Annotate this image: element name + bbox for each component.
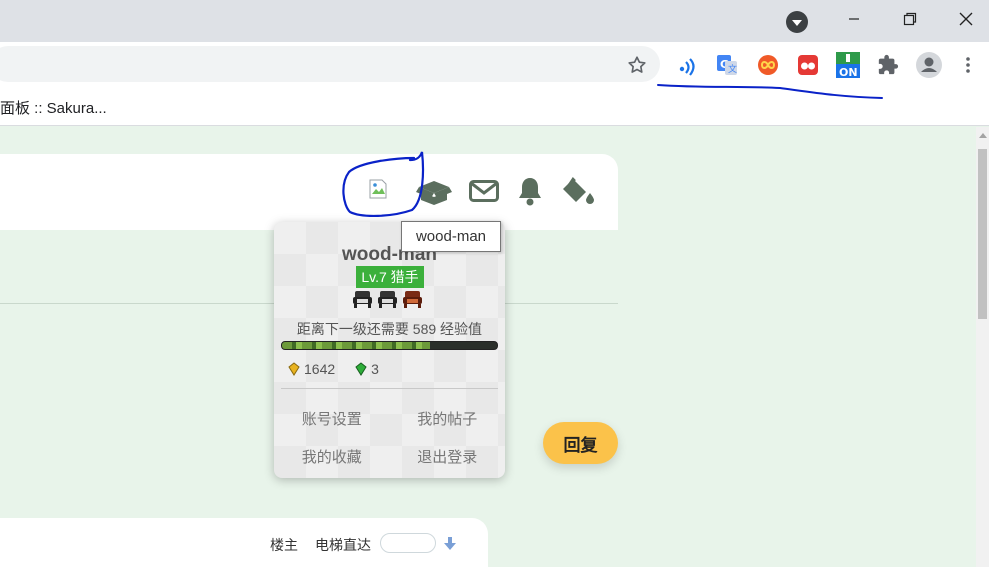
- logout-link[interactable]: 退出登录: [390, 446, 506, 467]
- infinity-extension-icon[interactable]: [756, 53, 780, 77]
- exp-progress-bar: [281, 341, 498, 350]
- bookmark-item[interactable]: 面板 :: Sakura...: [0, 97, 107, 118]
- medal-list: [352, 290, 423, 309]
- my-favorites-link[interactable]: 我的收藏: [274, 446, 390, 467]
- floor-jump-input[interactable]: [380, 533, 436, 553]
- bookmark-star-icon[interactable]: [626, 54, 648, 76]
- gem-icon: [355, 362, 367, 376]
- armchair-medal-icon: [377, 290, 398, 309]
- reply-button[interactable]: 回复: [543, 422, 618, 464]
- address-bar[interactable]: [0, 46, 660, 82]
- svg-text:ON: ON: [839, 66, 858, 79]
- browser-menu-icon[interactable]: [956, 53, 980, 77]
- red-extension-icon[interactable]: [796, 53, 820, 77]
- username-tooltip: wood-man: [401, 221, 501, 252]
- paint-bucket-icon[interactable]: [561, 176, 595, 211]
- puzzle-extensions-icon[interactable]: [876, 53, 900, 77]
- tab-search-icon[interactable]: [786, 11, 808, 33]
- browser-titlebar: [0, 0, 989, 42]
- broken-avatar-icon[interactable]: [368, 178, 390, 205]
- toggle-on-extension-icon[interactable]: ON: [834, 51, 862, 79]
- arrow-down-icon[interactable]: [444, 537, 456, 551]
- my-posts-link[interactable]: 我的帖子: [390, 408, 506, 429]
- coin-icon: [288, 362, 300, 376]
- browser-toolbar: G文 ON: [0, 42, 989, 86]
- page-scrollbar[interactable]: [976, 127, 989, 567]
- profile-avatar-icon[interactable]: [916, 52, 942, 78]
- gem-stat: 3: [355, 361, 379, 377]
- translate-extension-icon[interactable]: G文: [715, 53, 739, 77]
- floor-owner-label[interactable]: 楼主: [270, 535, 298, 555]
- profile-menu: 账号设置 我的帖子 我的收藏 退出登录: [274, 408, 505, 467]
- coin-count: 1642: [304, 361, 336, 377]
- extension-wave-icon[interactable]: [675, 53, 699, 77]
- armchair-medal-icon: [352, 290, 373, 309]
- elevator-label: 电梯直达: [315, 537, 371, 553]
- popup-divider: [281, 388, 498, 389]
- envelope-icon[interactable]: [469, 180, 499, 207]
- svg-text:文: 文: [728, 63, 737, 75]
- scroll-up-arrow-icon[interactable]: [979, 133, 987, 138]
- close-icon[interactable]: [943, 0, 989, 38]
- box-open-icon[interactable]: [415, 177, 453, 210]
- bell-icon[interactable]: [517, 176, 543, 211]
- exp-progress-fill: [282, 342, 431, 349]
- bookmarks-bar: 面板 :: Sakura...: [0, 86, 989, 126]
- currency-stats: 1642 3: [288, 361, 379, 377]
- armchair-medal-icon: [402, 290, 423, 309]
- scrollbar-thumb[interactable]: [978, 149, 987, 319]
- gem-count: 3: [371, 361, 379, 377]
- coin-stat: 1642: [288, 361, 335, 377]
- minimize-icon[interactable]: [831, 0, 877, 38]
- user-profile-popup: wood-man Lv.7 猎手 距离下一级还需要 589 经验值 1642 3…: [274, 222, 505, 478]
- restore-icon[interactable]: [887, 0, 933, 38]
- exp-remaining-text: 距离下一级还需要 589 经验值: [296, 321, 483, 337]
- account-settings-link[interactable]: 账号设置: [274, 408, 390, 429]
- level-badge: Lv.7 猎手: [356, 266, 424, 288]
